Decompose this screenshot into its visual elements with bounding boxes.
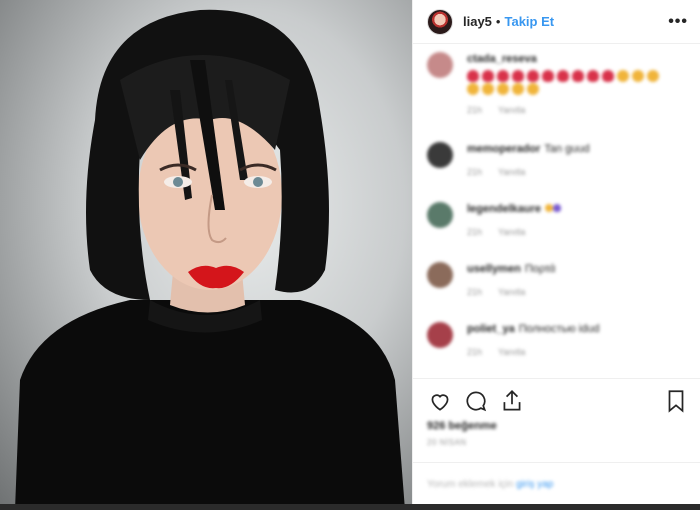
comment-item: usellymen Πορτά 21h Yanıtla [427, 262, 689, 297]
comment-avatar[interactable] [427, 202, 453, 228]
comment-username[interactable]: poliet_ya [467, 323, 515, 335]
follow-button[interactable]: Takip Et [504, 14, 554, 29]
comment-item: legendelkaure 21h Yanıtla [427, 202, 689, 237]
comment-icon[interactable] [463, 388, 489, 414]
add-comment-prompt: Yorum eklemek için giriş yap [427, 479, 553, 490]
add-comment-placeholder: Yorum eklemek için [427, 479, 514, 490]
comment-time: 21h [467, 105, 483, 115]
emoji-row [467, 70, 667, 95]
comment-reply-button[interactable]: Yanıtla [498, 347, 525, 357]
comment-avatar[interactable] [427, 142, 453, 168]
login-link[interactable]: giriş yap [516, 479, 553, 490]
comment-time: 21h [467, 227, 483, 237]
comment-avatar[interactable] [427, 262, 453, 288]
comment-reply-button[interactable]: Yanıtla [498, 287, 525, 297]
post-date: 20 NİSAN [427, 438, 467, 447]
comment-username[interactable]: memoperador [467, 143, 540, 155]
actions-divider [413, 378, 700, 379]
comment-time: 21h [467, 287, 483, 297]
comment-time: 21h [467, 347, 483, 357]
more-options-icon[interactable]: ••• [668, 13, 688, 31]
post-header: liay5 • Takip Et ••• [413, 0, 700, 44]
comments-list[interactable]: ctada_reseva 21h Yanıtla memoperador Tan g… [413, 44, 700, 374]
bookmark-icon[interactable] [663, 388, 689, 414]
comment-avatar[interactable] [427, 322, 453, 348]
comment-username[interactable]: usellymen [467, 263, 521, 275]
comment-reply-button[interactable]: Yanıtla [498, 227, 525, 237]
comment-avatar[interactable] [427, 52, 453, 78]
comment-item: poliet_ya Полностью idud 21h Yanıtla [427, 322, 689, 357]
author-avatar[interactable] [427, 8, 453, 35]
comment-time: 21h [467, 167, 483, 177]
comment-reply-button[interactable]: Yanıtla [498, 167, 525, 177]
post-side-panel: liay5 • Takip Et ••• ctada_reseva 21h Yan… [412, 0, 700, 510]
comment-username[interactable]: ctada_reseva [467, 53, 537, 65]
bottom-edge-bar [0, 504, 700, 510]
heart-icon[interactable] [427, 388, 453, 414]
post-actions-bar [427, 386, 689, 416]
author-username[interactable]: liay5 [463, 14, 492, 29]
comment-item: ctada_reseva 21h Yanıtla [427, 52, 689, 115]
comment-text: Tan guud [544, 143, 590, 155]
share-icon[interactable] [499, 388, 525, 414]
header-separator: • [495, 14, 501, 29]
comment-text: Πορτά [524, 263, 556, 275]
likes-count[interactable]: 926 beğenme [427, 420, 497, 432]
add-comment-section: Yorum eklemek için giriş yap [413, 462, 700, 510]
comment-item: memoperador Tan guud 21h Yanıtla [427, 142, 689, 177]
comment-reply-button[interactable]: Yanıtla [498, 105, 525, 115]
comment-username[interactable]: legendelkaure [467, 203, 541, 215]
post-photo[interactable] [0, 0, 412, 510]
portrait-image [15, 9, 405, 510]
comment-text: Полностью idud [518, 323, 600, 335]
